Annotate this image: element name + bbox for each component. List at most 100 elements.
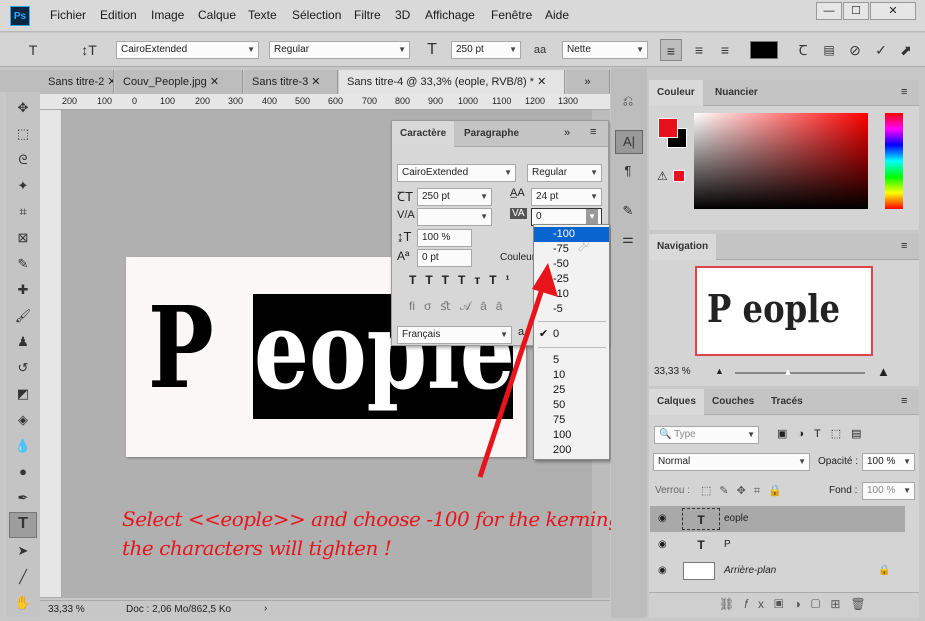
type-tool-icon[interactable]: T: [9, 512, 37, 538]
char-kerning-select[interactable]: ▼: [417, 208, 492, 226]
hand-tool-icon[interactable]: ✋: [12, 592, 34, 614]
toggle-orientation-icon[interactable]: ↕T: [78, 39, 100, 61]
layer-name[interactable]: eople: [724, 506, 748, 532]
tab-caractere[interactable]: Caractère: [392, 121, 455, 147]
foreground-color-swatch[interactable]: [658, 118, 678, 138]
menu-fenetre[interactable]: Fenêtre: [491, 8, 532, 22]
navigator-preview[interactable]: P eople: [695, 266, 873, 356]
history-panel-icon[interactable]: ⎌: [617, 90, 639, 112]
status-menu-arrow[interactable]: ›: [264, 603, 267, 614]
text-layer-p[interactable]: P: [148, 293, 214, 405]
tab-calques[interactable]: Calques: [649, 389, 704, 415]
tab-sans-titre-3[interactable]: Sans titre-3 ✕: [244, 70, 338, 94]
layer-action-icons[interactable]: ⛓𝑓x▣◑▢⊞🗑: [719, 597, 876, 612]
eraser-tool-icon[interactable]: ◩: [12, 383, 34, 405]
brush-settings-icon[interactable]: ✎: [617, 200, 639, 222]
panel-menu-icon[interactable]: ≡: [901, 86, 907, 98]
zoom-readout[interactable]: 33,33 %: [48, 604, 85, 615]
maximize-button[interactable]: ☐: [843, 2, 869, 20]
lasso-tool-icon[interactable]: ᘓ: [12, 149, 34, 171]
minimize-button[interactable]: —: [816, 2, 842, 20]
text-color-swatch[interactable]: [750, 41, 778, 59]
layer-filter-icons[interactable]: ▣◑T⬚▤: [777, 427, 872, 440]
tab-traces[interactable]: Tracés: [763, 389, 811, 415]
menu-3d[interactable]: 3D: [395, 8, 410, 22]
char-font-select[interactable]: CairoExtended ▼: [397, 164, 516, 182]
marquee-tool-icon[interactable]: ⬚: [12, 123, 34, 145]
char-size-select[interactable]: 250 pt ▼: [417, 188, 492, 206]
align-right-icon[interactable]: ≡: [714, 39, 736, 61]
tab-nuancier[interactable]: Nuancier: [707, 80, 766, 106]
close-button[interactable]: ✕: [870, 2, 916, 20]
cancel-icon[interactable]: ⊘: [844, 39, 866, 61]
visibility-eye-icon[interactable]: ◉: [658, 558, 667, 584]
line-tool-icon[interactable]: ╱: [12, 566, 34, 588]
3d-icon[interactable]: ⬈: [895, 39, 917, 61]
panel-menu-icon[interactable]: ≡: [590, 126, 596, 138]
blur-tool-icon[interactable]: 💧: [12, 435, 34, 457]
char-vscale-input[interactable]: 100 %: [417, 229, 472, 247]
lock-icons[interactable]: ⬚✎✥⌗🔒: [701, 484, 790, 498]
align-center-icon[interactable]: ≡: [688, 39, 710, 61]
bucket-tool-icon[interactable]: ◈: [12, 409, 34, 431]
dodge-tool-icon[interactable]: ●: [12, 461, 34, 483]
brush-tool-icon[interactable]: 🖌: [12, 305, 34, 327]
zoom-slider-thumb[interactable]: ▲: [783, 367, 793, 378]
menu-aide[interactable]: Aide: [545, 8, 569, 22]
char-baseline-input[interactable]: 0 pt: [417, 249, 472, 267]
layer-row-eople[interactable]: ◉ T eople: [650, 506, 905, 532]
character-panel-icon[interactable]: A|: [615, 130, 643, 154]
eyedropper-icon[interactable]: ✎: [12, 253, 34, 275]
zoom-in-icon[interactable]: ▲: [877, 364, 890, 379]
tab-paragraphe[interactable]: Paragraphe: [456, 121, 527, 147]
menu-selection[interactable]: Sélection: [292, 8, 341, 22]
commit-icon[interactable]: ✓: [870, 39, 892, 61]
layer-name[interactable]: P: [724, 532, 731, 558]
history-brush-icon[interactable]: ↺: [12, 357, 34, 379]
panel-menu-icon[interactable]: ≡: [901, 395, 907, 407]
menu-edition[interactable]: Edition: [100, 8, 137, 22]
menu-filtre[interactable]: Filtre: [354, 8, 381, 22]
move-tool-icon[interactable]: ✥: [12, 97, 34, 119]
color-field[interactable]: [694, 113, 868, 209]
tab-sans-titre-2[interactable]: Sans titre-2 ✕: [40, 70, 114, 94]
menu-affichage[interactable]: Affichage: [425, 8, 475, 22]
panel-menu-icon[interactable]: ≡: [901, 240, 907, 252]
panel-collapse-button[interactable]: »: [564, 127, 570, 139]
hue-slider[interactable]: [885, 113, 903, 209]
align-left-icon[interactable]: ≡: [660, 39, 682, 61]
menu-texte[interactable]: Texte: [248, 8, 277, 22]
font-family-select[interactable]: CairoExtended ▼: [116, 41, 259, 59]
blend-mode-select[interactable]: Normal ▼: [653, 453, 810, 471]
paragraph-panel-icon[interactable]: ¶: [617, 160, 639, 182]
crop-tool-icon[interactable]: ⌗: [12, 201, 34, 223]
tab-sans-titre-4[interactable]: Sans titre-4 @ 33,3% (eople, RVB/8) * ✕: [339, 70, 565, 94]
tab-navigation[interactable]: Navigation: [649, 234, 717, 260]
warp-text-icon[interactable]: Ꞇ: [792, 39, 814, 61]
font-size-select[interactable]: 250 pt ▼: [451, 41, 521, 59]
kerning-option[interactable]: -100: [534, 227, 609, 242]
layer-filter-select[interactable]: 🔍 Type ▼: [654, 426, 759, 444]
visibility-eye-icon[interactable]: ◉: [658, 532, 667, 558]
gamut-swatch[interactable]: [673, 170, 685, 182]
magic-wand-icon[interactable]: ✦: [12, 175, 34, 197]
zoom-out-icon[interactable]: ▲: [715, 366, 724, 376]
zoom-slider[interactable]: [735, 372, 865, 374]
gamut-warning-icon[interactable]: ⚠: [657, 169, 668, 183]
tabs-overflow-button[interactable]: »: [566, 70, 610, 94]
char-style-select[interactable]: Regular ▼: [527, 164, 602, 182]
navigator-zoom[interactable]: 33,33 %: [654, 366, 691, 377]
tab-couv-people[interactable]: Couv_People.jpg ✕: [115, 70, 243, 94]
menu-calque[interactable]: Calque: [198, 8, 236, 22]
healing-brush-icon[interactable]: ✚: [12, 279, 34, 301]
opacity-input[interactable]: 100 % ▼: [862, 453, 915, 471]
adjustments-icon[interactable]: ⚌: [617, 228, 639, 250]
pen-tool-icon[interactable]: ✒: [12, 487, 34, 509]
type-tool-preset-icon[interactable]: T: [22, 39, 44, 61]
menu-image[interactable]: Image: [151, 8, 184, 22]
fill-input[interactable]: 100 % ▼: [862, 482, 915, 500]
frame-tool-icon[interactable]: ⊠: [12, 227, 34, 249]
antialias-select[interactable]: Nette ▼: [562, 41, 648, 59]
layer-row-p[interactable]: ◉ T P: [650, 532, 905, 558]
tab-couches[interactable]: Couches: [704, 389, 762, 415]
